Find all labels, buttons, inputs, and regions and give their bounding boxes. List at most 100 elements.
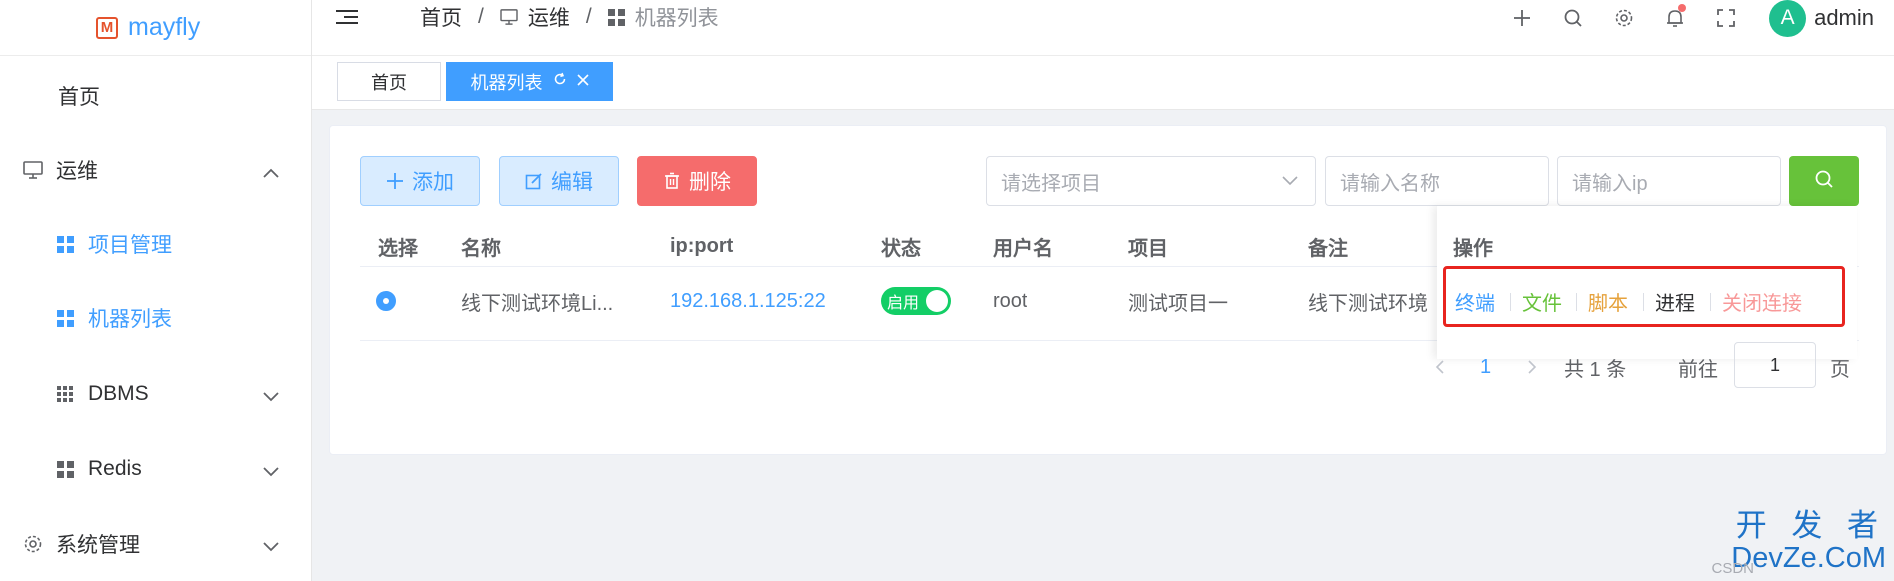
column-header-remark: 备注 — [1308, 237, 1348, 260]
watermark: 开 发 者 DevZe.CoM — [1731, 509, 1886, 574]
page-jump-input[interactable]: 1 — [1734, 342, 1816, 388]
monitor-icon — [500, 9, 518, 25]
status-switch-label: 启用 — [887, 295, 920, 312]
add-button-label: 添加 — [412, 171, 454, 194]
link-divider — [1710, 293, 1711, 311]
chevron-down-icon — [263, 459, 279, 483]
bell-icon[interactable] — [1649, 0, 1700, 36]
sidebar-item-label: 首页 — [58, 86, 100, 109]
plus-icon — [386, 172, 404, 190]
grid-icon — [54, 383, 76, 405]
gear-icon — [22, 533, 44, 555]
goto-label: 前往 — [1678, 358, 1718, 381]
column-header-ip-port: ip:port — [670, 234, 734, 257]
sidebar-item-ops[interactable]: 运维 — [0, 140, 311, 200]
add-button[interactable]: 添加 — [360, 156, 480, 206]
gear-icon[interactable] — [1598, 0, 1649, 36]
prev-page-icon[interactable] — [1434, 349, 1446, 385]
watermark-domain: DevZe.CoM — [1731, 542, 1886, 574]
grid-icon — [54, 458, 76, 480]
sidebar-item-label: 系统管理 — [56, 534, 140, 557]
sidebar-item-machine-list[interactable]: 机器列表 — [0, 288, 311, 348]
plus-icon[interactable] — [1496, 0, 1547, 36]
grid-icon — [54, 307, 76, 329]
sidebar-item-redis[interactable]: Redis — [0, 439, 311, 499]
sidebar-item-label: Redis — [88, 457, 142, 480]
sidebar-item-label: 项目管理 — [88, 234, 172, 257]
sidebar-item-system[interactable]: 系统管理 — [0, 514, 311, 574]
watermark-source: CSDN — [1711, 560, 1754, 577]
sidebar-item-label: 机器列表 — [88, 308, 172, 331]
column-header-project: 项目 — [1128, 237, 1168, 260]
sidebar-item-dbms[interactable]: DBMS — [0, 364, 311, 424]
tags-bar: 首页 机器列表 — [312, 56, 1894, 110]
tag-label: 机器列表 — [470, 72, 543, 93]
project-select[interactable]: 请选择项目 — [986, 156, 1316, 206]
breadcrumb: 首页 / 运维 / 机器列表 — [420, 2, 719, 32]
edit-button-label: 编辑 — [551, 171, 593, 194]
column-header-operation: 操作 — [1453, 237, 1493, 260]
machine-list-card: 添加 编辑 删除 请选择项目 请输入名称 请输入ip 选择 名称 ip:port… — [329, 125, 1887, 455]
cell-remark: 线下测试环境 — [1308, 292, 1428, 315]
terminal-link[interactable]: 终端 — [1455, 283, 1495, 319]
cell-project: 测试项目一 — [1128, 292, 1228, 315]
link-divider — [1643, 293, 1644, 311]
search-icon — [1814, 169, 1834, 194]
search-button[interactable] — [1789, 156, 1859, 206]
fullscreen-icon[interactable] — [1700, 0, 1751, 36]
breadcrumb-ops[interactable]: 运维 — [528, 2, 570, 32]
sidebar: M mayfly 首页 运维 项目管理 机器列表 DBMS Redis 系统管理 — [0, 0, 312, 581]
trash-icon — [663, 172, 681, 190]
column-header-status: 状态 — [881, 237, 921, 260]
delete-button[interactable]: 删除 — [637, 156, 757, 206]
ip-input[interactable]: 请输入ip — [1557, 156, 1781, 206]
header-tools: A admin — [1496, 0, 1874, 37]
close-icon[interactable] — [576, 73, 589, 91]
search-icon[interactable] — [1547, 0, 1598, 36]
logo-icon: M — [96, 16, 118, 39]
file-link[interactable]: 文件 — [1522, 283, 1562, 319]
total-count: 共 1 条 — [1564, 358, 1627, 381]
cell-username: root — [993, 289, 1028, 312]
breadcrumb-separator: / — [478, 5, 484, 28]
refresh-icon[interactable] — [553, 72, 567, 91]
sidebar-item-home[interactable]: 首页 — [0, 66, 311, 126]
link-divider — [1576, 293, 1577, 311]
tag-label: 首页 — [371, 72, 407, 93]
menu-collapse-icon[interactable] — [336, 10, 358, 28]
breadcrumb-machine-list: 机器列表 — [634, 7, 719, 30]
chevron-down-icon — [263, 534, 279, 558]
close-connection-link[interactable]: 关闭连接 — [1722, 283, 1802, 319]
script-link[interactable]: 脚本 — [1588, 283, 1628, 319]
logo[interactable]: M mayfly — [0, 0, 311, 56]
column-header-username: 用户名 — [993, 237, 1053, 260]
next-page-icon[interactable] — [1526, 349, 1538, 385]
breadcrumb-home[interactable]: 首页 — [420, 2, 462, 32]
grid-icon — [54, 233, 76, 255]
edit-button[interactable]: 编辑 — [499, 156, 619, 206]
status-switch[interactable]: 启用 — [881, 283, 951, 319]
username[interactable]: admin — [1814, 5, 1874, 31]
avatar[interactable]: A — [1769, 0, 1807, 37]
chevron-down-icon — [263, 384, 279, 408]
cell-ip-port[interactable]: 192.168.1.125:22 — [670, 283, 826, 319]
page-unit-label: 页 — [1830, 358, 1850, 381]
sidebar-item-project-management[interactable]: 项目管理 — [0, 214, 311, 274]
page-number-current[interactable]: 1 — [1480, 349, 1491, 385]
name-input-placeholder: 请输入名称 — [1340, 172, 1440, 195]
sidebar-item-label: 运维 — [56, 160, 98, 183]
row-radio[interactable] — [376, 283, 396, 319]
tag-machine-list[interactable]: 机器列表 — [446, 62, 613, 101]
project-select-placeholder: 请选择项目 — [1001, 172, 1101, 195]
process-link[interactable]: 进程 — [1655, 283, 1695, 319]
header: 首页 / 运维 / 机器列表 A admin — [312, 0, 1894, 56]
tag-home[interactable]: 首页 — [337, 62, 441, 101]
monitor-icon — [22, 159, 44, 181]
column-header-name: 名称 — [461, 237, 501, 260]
grid-icon — [607, 8, 625, 26]
column-header-select: 选择 — [378, 237, 418, 260]
edit-icon — [525, 172, 543, 190]
chevron-up-icon — [263, 160, 279, 184]
name-input[interactable]: 请输入名称 — [1325, 156, 1549, 206]
delete-button-label: 删除 — [689, 171, 731, 194]
